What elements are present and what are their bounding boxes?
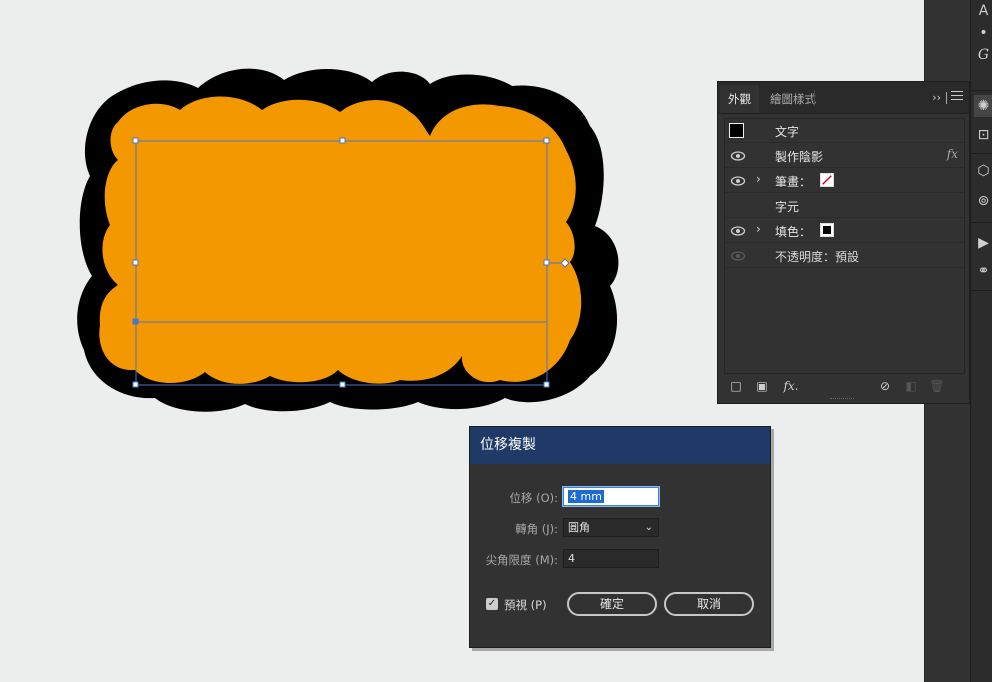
row-label: 文字	[775, 125, 800, 139]
offset-input[interactable]: 4 mm	[562, 486, 660, 507]
panel-footer: □ ▣ fx. ⊘ ◧ 🗑	[718, 375, 969, 397]
tab-appearance[interactable]: 外觀	[720, 85, 759, 113]
panel-menu-icon[interactable]	[951, 91, 963, 101]
collapse-panel-icon[interactable]: ››	[932, 91, 941, 104]
joins-value: 圓角	[568, 521, 590, 534]
offset-path-dialog: 位移複製 位移 (O): 4 mm 轉角 (J): 圓角 ⌄ 尖角限度 (M):…	[469, 426, 771, 648]
fill-black-swatch[interactable]	[820, 223, 834, 237]
cancel-button[interactable]: 取消	[664, 592, 754, 616]
joins-label: 轉角 (J):	[515, 522, 558, 536]
row-opacity[interactable]: 不透明度：預設	[725, 244, 964, 268]
chevron-down-icon: ⌄	[644, 522, 653, 533]
dock-separator	[971, 153, 992, 154]
appearance-sun-icon[interactable]: ✺	[974, 95, 992, 117]
character-letter: A	[978, 3, 989, 19]
fx-icon[interactable]: fx	[947, 147, 958, 161]
eye-icon[interactable]	[730, 224, 746, 238]
row-drop-shadow[interactable]: 製作陰影 fx	[725, 144, 964, 168]
dock-separator	[971, 222, 992, 223]
object-thumbnail	[729, 123, 744, 138]
3d-cube-icon[interactable]: ⬡	[974, 160, 992, 182]
add-new-fill-icon[interactable]: ▣	[755, 379, 769, 393]
joins-select[interactable]: 圓角 ⌄	[563, 518, 659, 537]
preview-checkbox[interactable]: ✓	[486, 598, 498, 610]
panel-tab-bar: 外觀 繪圖樣式 ››	[718, 82, 969, 114]
eye-icon[interactable]	[730, 149, 746, 163]
row-label[interactable]: 不透明度：預設	[775, 248, 859, 265]
dot-icon[interactable]: •	[974, 22, 992, 44]
row-label[interactable]: 製作陰影	[775, 148, 823, 165]
add-new-stroke-icon[interactable]: □	[729, 379, 743, 393]
play-actions-icon[interactable]: ▶	[974, 232, 992, 254]
preview-label[interactable]: 預視 (P)	[504, 597, 547, 613]
miter-limit-label: 尖角限度 (M):	[485, 553, 558, 567]
eye-icon-dim[interactable]	[730, 249, 746, 263]
row-label[interactable]: 填色：	[775, 223, 811, 240]
stroke-none-swatch[interactable]	[820, 173, 834, 187]
dock-separator	[971, 290, 992, 291]
row-fill[interactable]: › 填色：	[725, 219, 964, 243]
expand-chevron-icon[interactable]: ›	[756, 222, 761, 236]
row-type-object[interactable]: 文字	[725, 119, 964, 143]
character-panel-icon[interactable]: A	[974, 0, 992, 22]
dock-separator	[971, 90, 992, 91]
offset-value-selected: 4 mm	[568, 490, 604, 503]
link-chain-icon[interactable]: ⚭	[974, 260, 992, 282]
row-stroke[interactable]: › 筆畫：	[725, 169, 964, 193]
appearance-list: 文字 製作陰影 fx › 筆畫： 字元 › 填色： 不透明度：預設	[724, 118, 965, 374]
menu-divider	[946, 92, 947, 104]
appearance-panel: 外觀 繪圖樣式 ›› 文字 製作陰影 fx › 筆畫： 字元 › 填色： 不透明…	[717, 81, 970, 404]
row-label[interactable]: 筆畫：	[775, 173, 811, 190]
dock-icon-strip: A • G ✺ ⊡ ⬡ ⊚ ▶ ⚭	[970, 0, 992, 682]
expand-chevron-icon[interactable]: ›	[756, 172, 761, 186]
transform-icon[interactable]: ⊡	[974, 124, 992, 146]
links-icon[interactable]: ⊚	[974, 190, 992, 212]
row-label[interactable]: 字元	[775, 198, 799, 215]
glyphs-panel-icon[interactable]: G	[974, 44, 992, 66]
clear-appearance-icon[interactable]: ⊘	[878, 379, 892, 393]
tab-divider	[814, 90, 815, 106]
add-effect-fx-icon[interactable]: fx.	[780, 379, 802, 393]
miter-limit-input[interactable]: 4	[563, 549, 659, 568]
dialog-title[interactable]: 位移複製	[470, 427, 770, 464]
trash-icon[interactable]: 🗑	[929, 379, 944, 393]
duplicate-item-icon[interactable]: ◧	[904, 379, 918, 393]
glyph-letter: G	[977, 47, 990, 63]
ok-button[interactable]: 確定	[567, 592, 657, 616]
dot-letter: •	[979, 25, 988, 41]
fx-label: fx.	[783, 379, 799, 393]
row-characters[interactable]: 字元	[725, 194, 964, 218]
eye-icon[interactable]	[730, 174, 746, 188]
resize-grip[interactable]	[830, 398, 854, 402]
offset-label: 位移 (O):	[509, 491, 558, 505]
